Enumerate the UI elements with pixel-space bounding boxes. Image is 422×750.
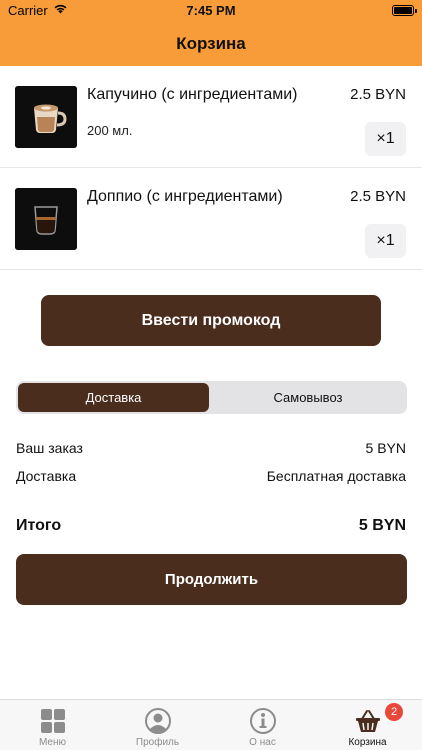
header: Carrier 7:45 PM Корзина	[0, 0, 422, 66]
total-label: Итого	[16, 517, 62, 534]
doppio-glass-icon	[15, 188, 77, 250]
cart-item-doppio[interactable]: Доппио (с ингредиентами) 2.5 BYN ×1	[0, 168, 422, 270]
promo-code-button[interactable]: Ввести промокод	[41, 295, 381, 346]
delivery-label: Доставка	[16, 468, 77, 484]
menu-grid-icon	[40, 709, 65, 733]
item-name: Капучино (с ингредиентами)	[87, 86, 298, 103]
status-bar: Carrier 7:45 PM	[0, 0, 422, 22]
total-value: 5 BYN	[358, 517, 406, 534]
order-label: Ваш заказ	[16, 440, 83, 456]
clock: 7:45 PM	[186, 3, 236, 18]
item-price: 2.5 BYN	[350, 86, 406, 103]
item-name: Доппио (с ингредиентами)	[87, 188, 283, 205]
item-price: 2.5 BYN	[350, 188, 406, 205]
tab-label: Корзина	[348, 737, 387, 748]
tab-about[interactable]: О нас	[210, 700, 315, 750]
cappuccino-cup-icon	[15, 86, 77, 148]
order-value: 5 BYN	[365, 440, 406, 456]
segment-pickup[interactable]: Самовывоз	[211, 383, 405, 412]
delivery-mode-toggle: Доставка Самовывоз	[16, 381, 407, 414]
delivery-value: Бесплатная доставка	[266, 468, 406, 484]
tab-bar: Меню Профиль О нас 2 Корзина	[0, 699, 422, 750]
tab-label: Профиль	[135, 737, 180, 748]
profile-icon	[144, 708, 171, 734]
tab-label: Меню	[38, 737, 67, 748]
segment-delivery[interactable]: Доставка	[18, 383, 209, 412]
cart-count-badge: 2	[385, 703, 403, 721]
tab-menu[interactable]: Меню	[0, 700, 105, 750]
tab-label: О нас	[249, 737, 276, 748]
tab-profile[interactable]: Профиль	[105, 700, 210, 750]
basket-icon	[355, 710, 380, 732]
page-title: Корзина	[176, 34, 246, 53]
quantity-button[interactable]: ×1	[365, 224, 406, 258]
tab-cart[interactable]: 2 Корзина	[315, 700, 420, 750]
cart-item-cappuccino[interactable]: Капучино (с ингредиентами) 200 мл. 2.5 B…	[0, 66, 422, 168]
continue-button[interactable]: Продолжить	[16, 554, 407, 605]
quantity-button[interactable]: ×1	[365, 122, 406, 156]
item-volume: 200 мл.	[87, 123, 133, 138]
battery-icon	[392, 5, 417, 16]
info-icon	[249, 708, 276, 734]
